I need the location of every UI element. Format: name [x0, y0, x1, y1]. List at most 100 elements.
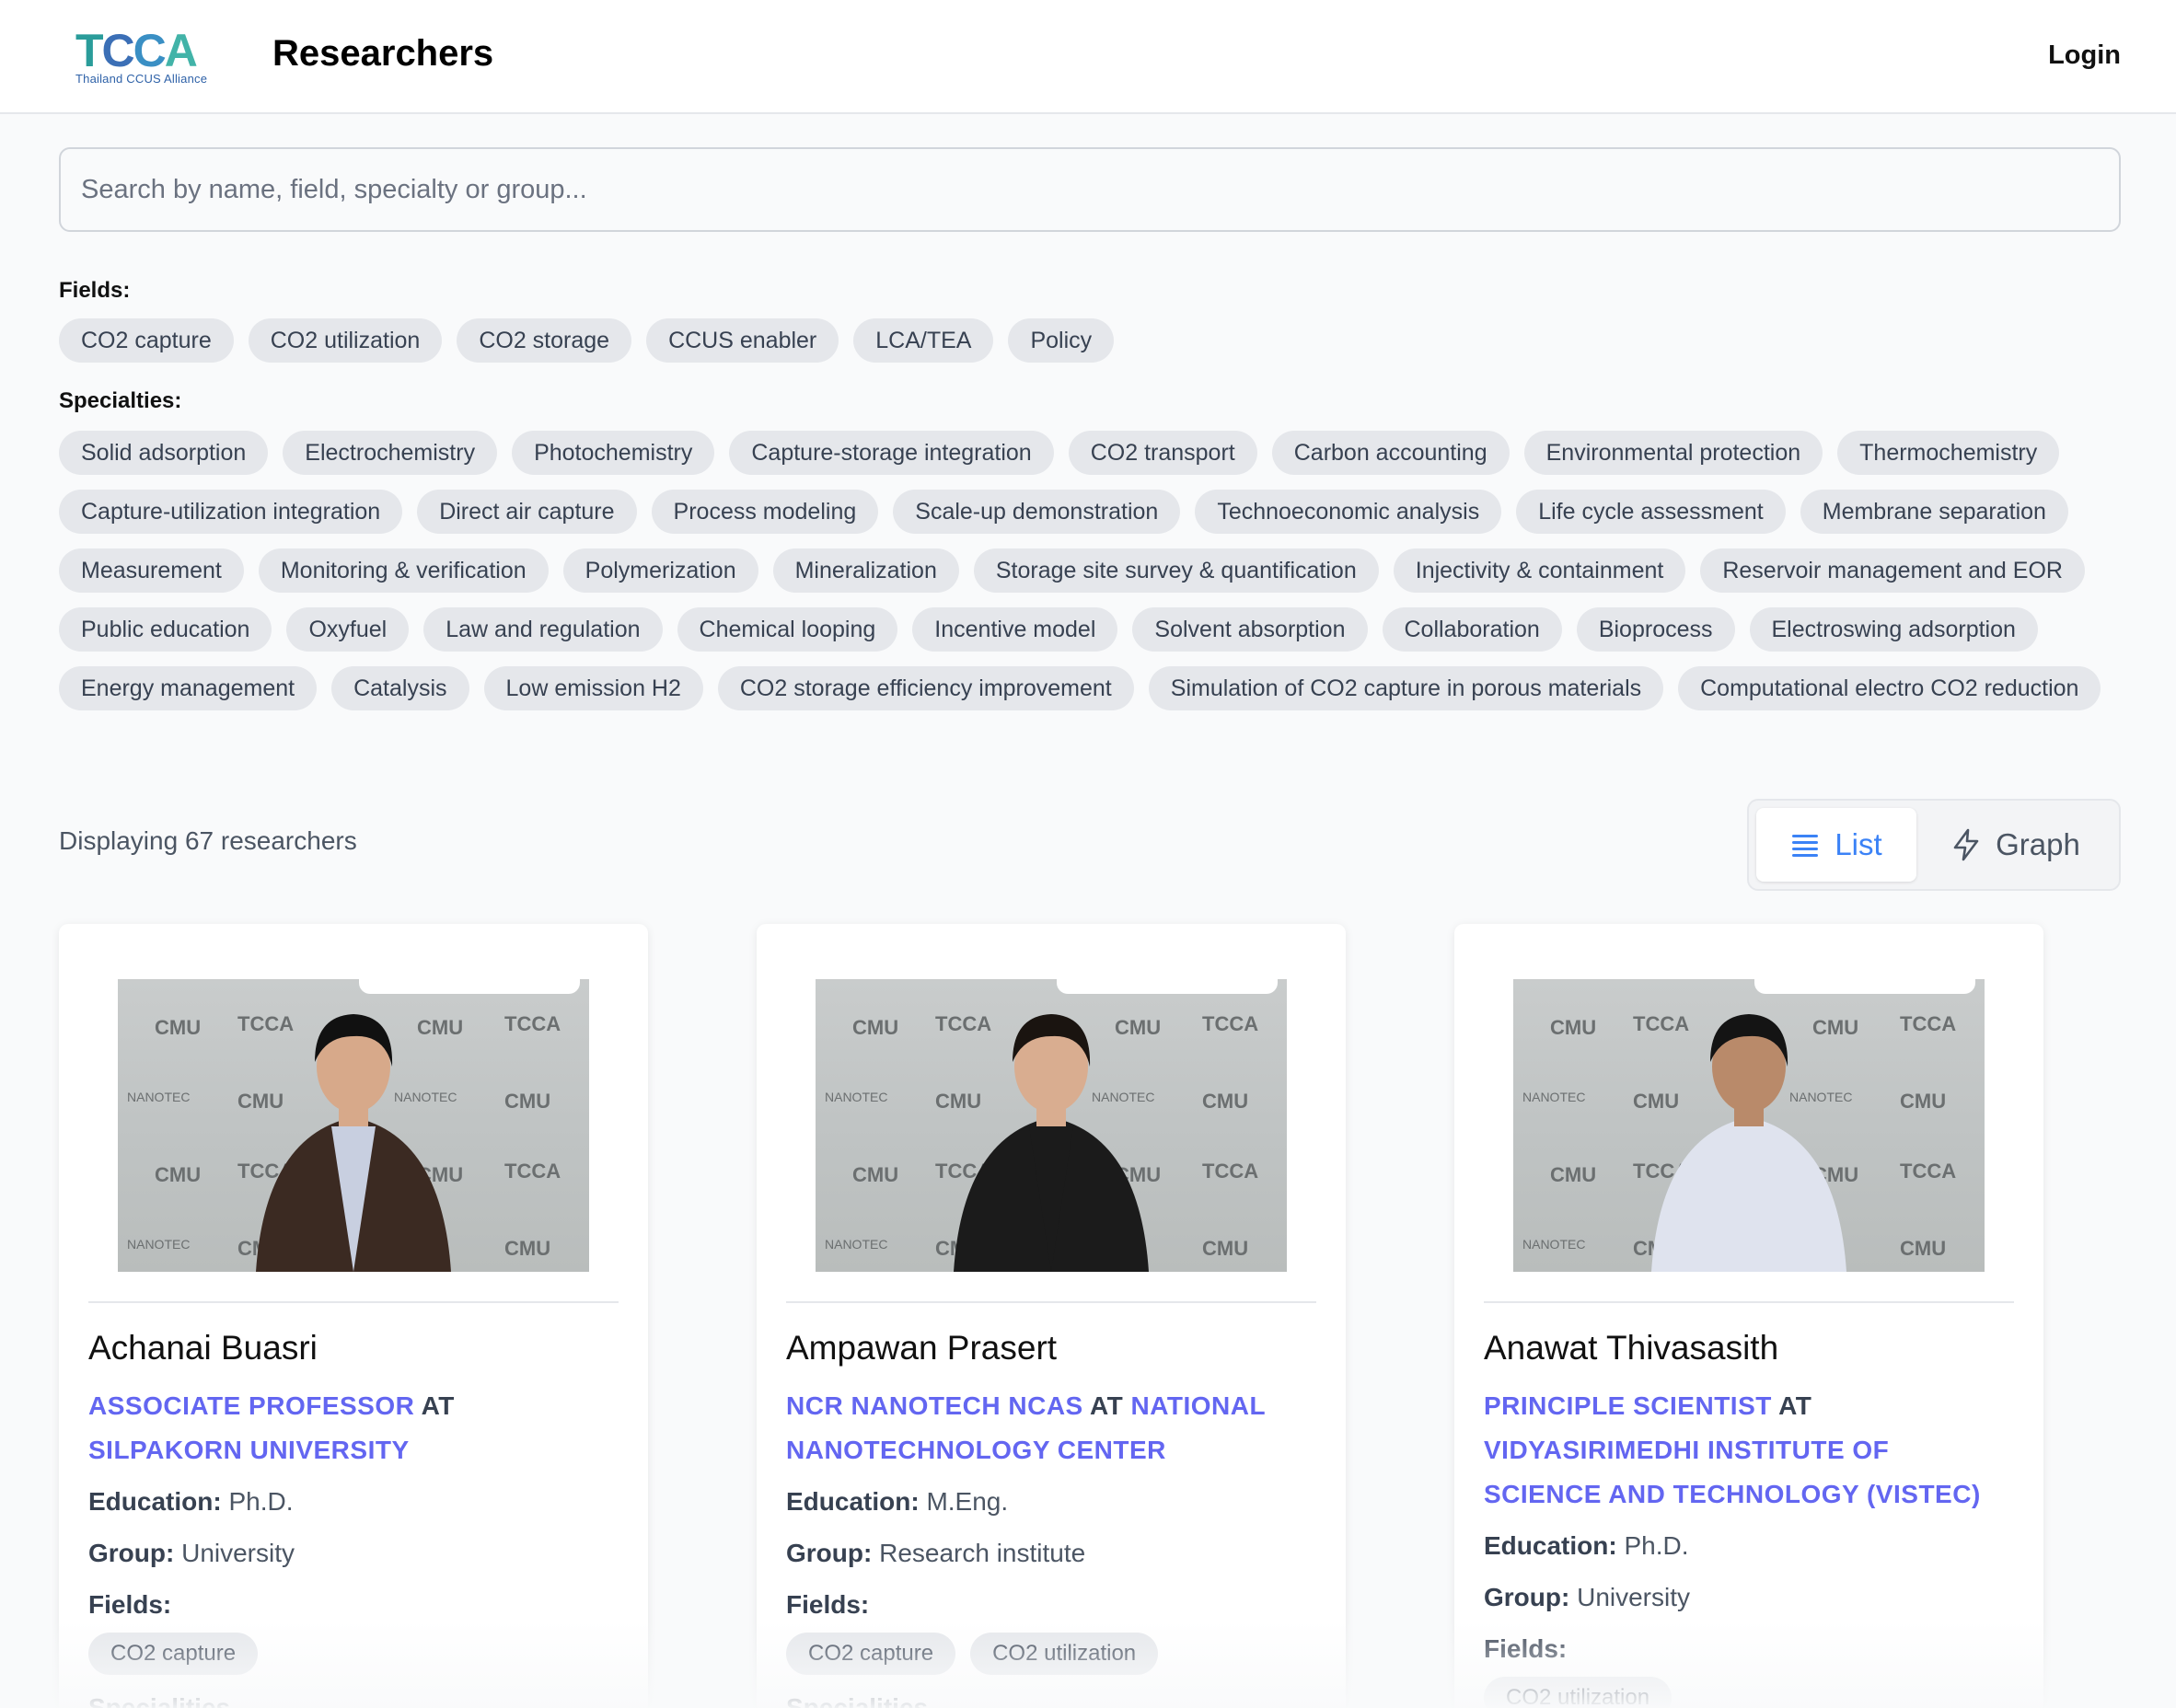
- specialty-chip[interactable]: Carbon accounting: [1271, 431, 1510, 475]
- specialty-chip[interactable]: Solid adsorption: [59, 431, 269, 475]
- affiliation-at: AT: [1771, 1391, 1812, 1420]
- researcher-organization[interactable]: VIDYASIRIMEDHI INSTITUTE OF SCIENCE AND …: [1484, 1436, 1981, 1508]
- education-value: M.Eng.: [919, 1487, 1009, 1516]
- field-chip[interactable]: CO2 capture: [59, 318, 234, 363]
- researcher-position[interactable]: PRINCIPLE SCIENTIST: [1484, 1391, 1772, 1420]
- group-value: University: [174, 1539, 295, 1567]
- specialty-chip[interactable]: Capture-utilization integration: [59, 490, 403, 534]
- group-label: Group:: [786, 1539, 873, 1567]
- education-value: Ph.D.: [221, 1487, 294, 1516]
- specialty-chip[interactable]: Thermochemistry: [1837, 431, 2060, 475]
- specialty-chip[interactable]: CO2 storage efficiency improvement: [717, 666, 1134, 710]
- fields-label: Fields:: [59, 278, 131, 303]
- specialty-chip[interactable]: Collaboration: [1382, 607, 1562, 652]
- researcher-name: Achanai Buasri: [88, 1329, 318, 1367]
- search-input[interactable]: [61, 149, 2119, 230]
- specialty-chip[interactable]: Low emission H2: [483, 666, 703, 710]
- graph-view-label: Graph: [1996, 827, 2080, 861]
- specialty-chip[interactable]: Process modeling: [651, 490, 879, 534]
- researcher-photo: CMU TCCA CMU TCCA NANOTEC CMU NANOTEC CMU CMU TCC…: [118, 979, 589, 1272]
- specialty-chip[interactable]: Energy management: [59, 666, 318, 710]
- education-label: Education:: [1484, 1531, 1617, 1560]
- education-label: Education:: [88, 1487, 222, 1516]
- field-chip[interactable]: Policy: [1008, 318, 1115, 363]
- specialty-chip[interactable]: Mineralization: [772, 548, 959, 593]
- group-label: Group:: [1484, 1583, 1570, 1611]
- specialty-chip[interactable]: Polymerization: [562, 548, 758, 593]
- specialty-chip[interactable]: Electroswing adsorption: [1749, 607, 2038, 652]
- login-link[interactable]: Login: [2048, 40, 2121, 71]
- researcher-organization[interactable]: SILPAKORN UNIVERSITY: [88, 1436, 410, 1464]
- specialty-chip[interactable]: Injectivity & containment: [1393, 548, 1686, 593]
- specialty-chip[interactable]: Law and regulation: [423, 607, 663, 652]
- researcher-card[interactable]: CMU TCCA CMU TCCA NANOTEC CMU NANOTEC CMU CMU TCC…: [59, 924, 648, 1708]
- education-label: Education:: [786, 1487, 920, 1516]
- education-info: Education: Ph.D.: [88, 1487, 293, 1517]
- specialty-chip[interactable]: Environmental protection: [1523, 431, 1823, 475]
- field-chip[interactable]: CCUS enabler: [646, 318, 839, 363]
- card-divider: [1484, 1301, 2014, 1303]
- fields-label: Fields:: [88, 1590, 172, 1619]
- search-box: [59, 147, 2121, 232]
- specialty-chip[interactable]: Capture-storage integration: [729, 431, 1054, 475]
- specialty-chip[interactable]: Direct air capture: [417, 490, 637, 534]
- group-info: Group: University: [1484, 1583, 1690, 1612]
- specialty-chip[interactable]: Chemical looping: [677, 607, 898, 652]
- specialty-chip[interactable]: Oxyfuel: [286, 607, 410, 652]
- person-silhouette: [954, 1014, 1149, 1272]
- list-view-label: List: [1835, 827, 1882, 861]
- specialty-chip[interactable]: Electrochemistry: [283, 431, 498, 475]
- specialty-chip[interactable]: Scale-up demonstration: [893, 490, 1181, 534]
- group-info: Group: Research institute: [786, 1539, 1085, 1568]
- specialty-chip[interactable]: Membrane separation: [1800, 490, 2068, 534]
- specialty-chip[interactable]: Incentive model: [912, 607, 1118, 652]
- specialty-chip[interactable]: Public education: [59, 607, 272, 652]
- bottom-fade: [0, 1620, 2176, 1708]
- top-header: TCCA Thailand CCUS Alliance Researchers …: [0, 0, 2176, 114]
- person-silhouette: [256, 1014, 451, 1272]
- specialty-chip[interactable]: Simulation of CO2 capture in porous mate…: [1148, 666, 1664, 710]
- researcher-affiliation: PRINCIPLE SCIENTIST AT VIDYASIRIMEDHI IN…: [1484, 1384, 2008, 1517]
- card-divider: [88, 1301, 619, 1303]
- specialty-chip[interactable]: Storage site survey & quantification: [973, 548, 1379, 593]
- affiliation-at: AT: [1082, 1391, 1131, 1420]
- affiliation-at: AT: [414, 1391, 455, 1420]
- researcher-name: Anawat Thivasasith: [1484, 1329, 1779, 1367]
- specialty-chip[interactable]: Life cycle assessment: [1516, 490, 1786, 534]
- field-chip[interactable]: CO2 storage: [457, 318, 632, 363]
- specialty-chip[interactable]: Catalysis: [331, 666, 469, 710]
- page-title: Researchers: [272, 33, 494, 74]
- group-value: Research institute: [872, 1539, 1086, 1567]
- list-view-button[interactable]: List: [1756, 808, 1916, 882]
- specialty-filter-chips: Solid adsorption Electrochemistry Photoche…: [59, 431, 2130, 710]
- specialties-label: Specialties:: [59, 388, 182, 413]
- researcher-position[interactable]: NCR NANOTECH NCAS: [786, 1391, 1083, 1420]
- education-info: Education: M.Eng.: [786, 1487, 1008, 1517]
- field-chip[interactable]: LCA/TEA: [853, 318, 994, 363]
- view-toggle: List Graph: [1747, 799, 2121, 891]
- specialty-chip[interactable]: Computational electro CO2 reduction: [1678, 666, 2101, 710]
- card-divider: [786, 1301, 1316, 1303]
- field-chip[interactable]: CO2 utilization: [248, 318, 443, 363]
- graph-view-button[interactable]: Graph: [1924, 808, 2108, 882]
- list-icon: [1792, 835, 1819, 857]
- group-info: Group: University: [88, 1539, 295, 1568]
- researcher-card[interactable]: CMU TCCA CMU TCCA NANOTEC CMU NANOTEC CMU CMU TCC…: [757, 924, 1346, 1708]
- education-info: Education: Ph.D.: [1484, 1531, 1688, 1561]
- specialty-chip[interactable]: CO2 transport: [1068, 431, 1257, 475]
- group-label: Group:: [88, 1539, 175, 1567]
- researcher-photo: CMU TCCA CMU TCCA NANOTEC CMU NANOTEC CMU CMU TCC…: [1513, 979, 1985, 1272]
- researcher-affiliation: NCR NANOTECH NCAS AT NATIONAL NANOTECHNO…: [786, 1384, 1311, 1472]
- specialty-chip[interactable]: Reservoir management and EOR: [1700, 548, 2085, 593]
- specialty-chip[interactable]: Bioprocess: [1576, 607, 1735, 652]
- specialty-chip[interactable]: Monitoring & verification: [258, 548, 549, 593]
- specialty-chip[interactable]: Technoeconomic analysis: [1195, 490, 1502, 534]
- tcca-logo[interactable]: TCCA Thailand CCUS Alliance: [75, 28, 223, 86]
- researcher-card[interactable]: CMU TCCA CMU TCCA NANOTEC CMU NANOTEC CMU CMU TCC…: [1454, 924, 2043, 1708]
- specialty-chip[interactable]: Solvent absorption: [1132, 607, 1368, 652]
- group-value: University: [1569, 1583, 1691, 1611]
- specialty-chip[interactable]: Measurement: [59, 548, 244, 593]
- researcher-position[interactable]: ASSOCIATE PROFESSOR: [88, 1391, 414, 1420]
- specialty-chip[interactable]: Photochemistry: [512, 431, 715, 475]
- fields-label: Fields:: [786, 1590, 870, 1619]
